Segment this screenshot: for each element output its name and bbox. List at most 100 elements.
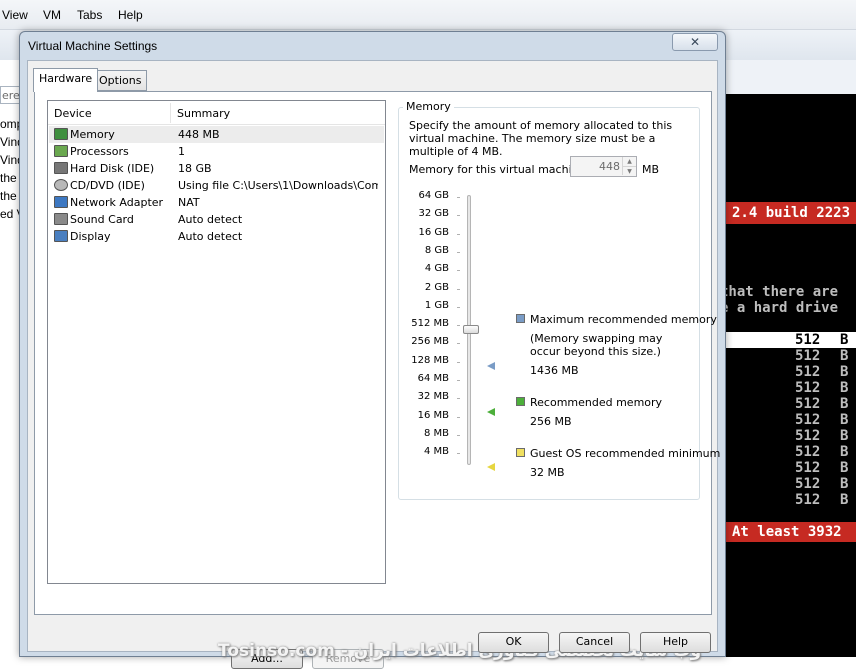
console-row-value: 512	[795, 476, 821, 492]
memory-scale-label: 16 GB	[418, 226, 449, 238]
memory-field-label: Memory for this virtual machine:	[409, 163, 590, 176]
menu-vm[interactable]: VM	[43, 8, 61, 22]
console-row: 512 B	[720, 396, 856, 412]
device-summary: Auto detect	[178, 213, 243, 226]
device-name: Sound Card	[70, 213, 134, 226]
memory-scale-label: 64 MB	[417, 373, 449, 384]
close-button[interactable]: ✕	[672, 33, 718, 51]
device-name: Hard Disk (IDE)	[70, 162, 155, 175]
guest-min-marker-icon	[487, 463, 495, 471]
device-row[interactable]: Memory 448 MB	[49, 126, 384, 143]
device-list[interactable]: Device Summary Memory 448 MB Processors 1 Ha…	[47, 100, 386, 584]
vm-console[interactable]: 2.4 build 2223 that there are e a hard d…	[720, 94, 856, 657]
memory-scale-label: 4 GB	[424, 263, 449, 275]
column-summary[interactable]: Summary	[177, 107, 230, 120]
device-list-header: Device Summary	[48, 101, 385, 125]
recommended-marker-icon	[487, 408, 495, 416]
memory-scale-label: 512 MB	[411, 318, 449, 330]
device-summary: 1	[178, 145, 185, 158]
console-banner: At least 3932	[720, 522, 856, 542]
max-recommended-note: (Memory swapping may	[530, 332, 663, 345]
spin-up-icon[interactable]: ▲	[622, 157, 636, 166]
sound-card-icon	[54, 213, 68, 225]
menu-help[interactable]: Help	[118, 8, 143, 22]
column-device[interactable]: Device	[54, 107, 92, 120]
memory-scale-label: 16 MB	[417, 409, 449, 421]
menu-bar: View VM Tabs Help	[0, 0, 856, 30]
device-row[interactable]: Hard Disk (IDE) 18 GB	[49, 160, 384, 177]
console-row-unit: B	[840, 380, 849, 396]
memory-icon	[54, 128, 68, 140]
memory-scale-tick	[457, 215, 460, 217]
memory-scale-tick	[457, 380, 460, 381]
device-summary: NAT	[178, 196, 200, 209]
max-recommended-note: occur beyond this size.)	[530, 345, 661, 358]
memory-scale-tick	[457, 233, 460, 235]
memory-scale-label: 32 MB	[417, 391, 449, 403]
max-recommended-swatch	[516, 314, 525, 323]
cancel-button[interactable]: Cancel	[559, 632, 630, 653]
display-icon	[54, 230, 68, 242]
memory-scale-label: 256 MB	[411, 336, 449, 348]
memory-scale-label: 2 GB	[424, 281, 449, 293]
console-row: 512 B	[720, 380, 856, 396]
memory-scale-tick	[457, 325, 460, 327]
memory-scale-tick	[457, 361, 460, 363]
memory-scale-tick	[457, 288, 460, 290]
console-row: 512 B	[720, 332, 856, 348]
memory-group-title: Memory	[403, 100, 454, 113]
console-row-value: 512	[795, 396, 821, 412]
console-row: 512 B	[720, 460, 856, 476]
recommended-label: Recommended memory	[530, 396, 663, 409]
console-row-unit: B	[840, 348, 849, 364]
device-name: Processors	[70, 145, 129, 158]
menu-tabs[interactable]: Tabs	[77, 8, 102, 22]
device-name: Network Adapter	[70, 196, 164, 209]
device-row[interactable]: Processors 1	[49, 143, 384, 160]
memory-scale-tick	[457, 306, 460, 308]
tab-hardware[interactable]: Hardware	[33, 68, 99, 92]
device-row[interactable]: CD/DVD (IDE) Using file C:\Users\1\Downlo…	[49, 177, 384, 194]
device-summary: Using file C:\Users\1\Downloads\Comp...	[178, 179, 378, 192]
memory-scale-label: 8 MB	[423, 427, 449, 439]
console-row-value: 512	[795, 492, 821, 508]
memory-slider-thumb[interactable]	[463, 325, 479, 334]
device-summary: Auto detect	[178, 230, 243, 243]
console-row-value: 512	[795, 460, 821, 476]
menu-view[interactable]: View	[2, 8, 28, 22]
device-row[interactable]: Network Adapter NAT	[49, 194, 384, 211]
guest-min-swatch	[516, 448, 525, 457]
device-row[interactable]: Sound Card Auto detect	[49, 211, 384, 228]
max-recommended-value: 1436 MB	[530, 364, 579, 377]
max-recommended-marker-icon	[487, 362, 495, 370]
dialog-title: Virtual Machine Settings	[28, 39, 158, 53]
close-icon: ✕	[689, 35, 701, 49]
console-text: that there are	[720, 284, 839, 300]
console-banner: 2.4 build 2223	[720, 202, 856, 224]
console-row-unit: B	[840, 428, 849, 444]
memory-scale-label: 64 GB	[418, 190, 449, 201]
console-row-value: 512	[795, 412, 821, 428]
console-row-value: 512	[795, 364, 821, 380]
spin-down-icon[interactable]: ▼	[622, 166, 636, 175]
dialog-titlebar[interactable]: Virtual Machine Settings ✕	[20, 32, 725, 60]
console-row-unit: B	[840, 332, 849, 348]
memory-scale-tick	[457, 398, 460, 400]
memory-scale-label: 1 GB	[424, 299, 449, 311]
console-row: 512 B	[720, 428, 856, 444]
hard-disk-icon	[54, 162, 68, 174]
guest-min-label: Guest OS recommended minimum	[530, 447, 721, 460]
console-row-value: 512	[795, 380, 821, 396]
processor-icon	[54, 145, 68, 157]
ok-button[interactable]: OK	[478, 632, 549, 653]
console-row-unit: B	[840, 364, 849, 380]
help-button[interactable]: Help	[640, 632, 711, 653]
cd-dvd-icon	[54, 179, 68, 191]
console-row-unit: B	[840, 412, 849, 428]
device-row[interactable]: Display Auto detect	[49, 228, 384, 245]
console-row-value: 512	[795, 332, 821, 348]
memory-scale-label: 128 MB	[411, 354, 449, 366]
tab-options[interactable]: Options	[93, 70, 148, 91]
memory-size-input[interactable]: 448 ▲ ▼	[570, 156, 637, 177]
dialog-client: Hardware Options Device Summary Memory 44…	[27, 60, 721, 669]
